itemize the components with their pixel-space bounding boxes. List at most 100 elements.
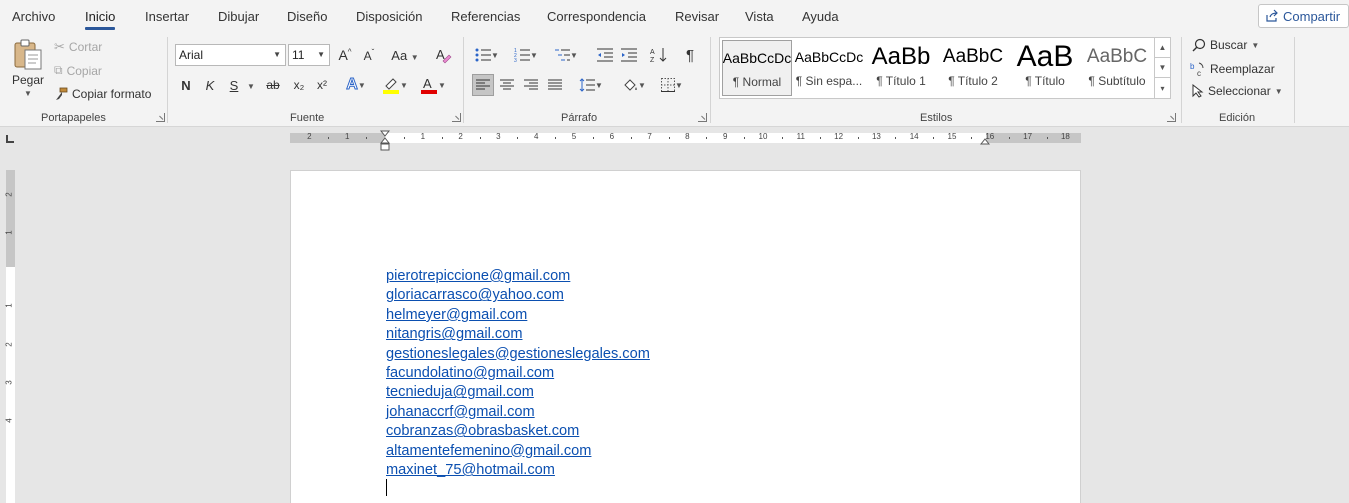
clipboard-launcher-icon[interactable] [156,113,165,122]
tab-insertar[interactable]: Insertar [145,9,189,24]
right-indent-marker-icon[interactable] [980,137,990,145]
format-painter-button[interactable]: Copiar formato [54,87,151,101]
vertical-ruler[interactable]: 2 1 1 2 3 4 [4,170,15,503]
justify-button[interactable] [544,74,566,96]
multilevel-list-button[interactable]: ▼ [551,44,581,66]
share-button[interactable]: Compartir [1258,4,1349,28]
increase-indent-icon [621,48,637,62]
email-link[interactable]: maxinet_75@hotmail.com [386,461,650,480]
clear-formatting-button[interactable]: A [432,44,454,66]
chevron-up-icon[interactable]: ▲ [1155,38,1170,58]
line-spacing-button[interactable]: ▼ [576,74,606,96]
bullets-button[interactable]: ▼ [472,44,502,66]
sort-button[interactable]: AZ [648,44,670,66]
font-name-combo[interactable]: Arial ▼ [175,44,286,66]
grow-font-button[interactable]: A^ [334,44,356,66]
decrease-indent-button[interactable] [594,44,616,66]
style-titulo-1[interactable]: AaBb ¶ Título 1 [866,40,936,96]
shrink-font-button[interactable]: Aˇ [358,44,380,66]
font-launcher-icon[interactable] [452,113,461,122]
underline-button[interactable]: S [223,74,245,96]
tab-referencias[interactable]: Referencias [451,9,520,24]
tab-archivo[interactable]: Archivo [12,9,55,24]
email-link[interactable]: tecnieduja@gmail.com [386,383,650,402]
horizontal-ruler[interactable]: 2 1 1 2 3 4 5 6 7 8 9 10 11 12 13 14 15 16 17 18 [290,132,1081,143]
replace-button[interactable]: bc Reemplazar [1190,61,1275,77]
increase-indent-button[interactable] [618,44,640,66]
font-group-label: Fuente [290,112,325,124]
find-button[interactable]: Buscar ▼ [1192,38,1259,52]
bold-button[interactable]: N [175,74,197,96]
highlight-button[interactable]: ▼ [380,74,410,96]
email-link[interactable]: pierotrepiccione@gmail.com [386,267,650,286]
chevron-down-icon: ▼ [273,50,281,59]
ruler-number: 9 [722,132,728,141]
paste-button[interactable]: Pegar ▼ [12,39,44,98]
email-link[interactable]: altamentefemenino@gmail.com [386,442,650,461]
email-link[interactable]: johanaccrf@gmail.com [386,403,650,422]
align-center-button[interactable] [496,74,518,96]
bullet-list-icon [475,48,492,62]
text-effects-button[interactable]: A ▼ [341,74,371,96]
email-link[interactable]: facundolatino@gmail.com [386,364,650,383]
email-link[interactable]: nitangris@gmail.com [386,325,650,344]
ruler-top-margin [6,170,15,267]
paint-bucket-icon [624,79,637,91]
style-sin-espaciado[interactable]: AaBbCcDc ¶ Sin espa... [794,40,864,96]
tab-dibujar[interactable]: Dibujar [218,9,259,24]
tab-correspondencia[interactable]: Correspondencia [547,9,646,24]
align-left-button[interactable] [472,74,494,96]
more-styles-icon[interactable]: ▾ [1155,78,1170,98]
style-titulo-2[interactable]: AaBbC ¶ Título 2 [938,40,1008,96]
borders-button[interactable]: ▼ [657,74,687,96]
search-icon [1192,38,1206,52]
replace-icon: bc [1190,62,1204,77]
style-titulo[interactable]: AaB ¶ Título [1010,40,1080,96]
ruler-tick [933,137,935,139]
numbering-button[interactable]: 1 2 3 ▼ [511,44,541,66]
paragraph-launcher-icon[interactable] [698,113,707,122]
strikethrough-button[interactable]: ab [262,74,284,96]
superscript-icon: x² [317,78,327,92]
tab-vista[interactable]: Vista [745,9,774,24]
separator [463,37,464,123]
style-subtitulo[interactable]: AaBbC ¶ Subtítulo [1082,40,1152,96]
font-size-combo[interactable]: 11 ▼ [288,44,330,66]
document-page[interactable]: pierotrepiccione@gmail.com gloriacarrasco… [290,170,1081,503]
copy-button[interactable]: ⧉ Copiar [54,63,102,78]
email-link[interactable]: cobranzas@obrasbasket.com [386,422,650,441]
align-right-button[interactable] [520,74,542,96]
ruler-number: 3 [4,380,14,385]
tab-revisar[interactable]: Revisar [675,9,719,24]
subscript-button[interactable]: x₂ [288,74,310,96]
ruler-number: 2 [458,132,463,141]
change-case-button[interactable]: Aa ▼ [390,44,420,66]
email-link[interactable]: gestioneslegales@gestioneslegales.com [386,345,650,364]
font-color-button[interactable]: A ▼ [418,74,448,96]
tab-ayuda[interactable]: Ayuda [802,9,839,24]
email-link[interactable]: gloriacarrasco@yahoo.com [386,286,650,305]
superscript-button[interactable]: x² [311,74,333,96]
underline-dropdown-icon[interactable]: ▼ [247,82,255,91]
styles-launcher-icon[interactable] [1167,113,1176,122]
ruler-tick [328,137,330,139]
style-normal[interactable]: AaBbCcDc ¶ Normal [722,40,792,96]
tab-inicio[interactable]: Inicio [85,9,116,30]
shading-button[interactable]: ▼ [619,74,649,96]
svg-text:b: b [1190,62,1195,71]
paste-dropdown-icon[interactable]: ▼ [24,89,32,98]
ruler-number: 14 [909,132,919,141]
indent-marker-icon[interactable] [380,130,390,152]
editing-group-label: Edición [1219,112,1256,124]
email-link[interactable]: helmeyer@gmail.com [386,306,650,325]
tab-disposicion[interactable]: Disposición [356,9,422,24]
tab-diseno[interactable]: Diseño [287,9,327,24]
paste-label: Pegar [12,73,45,87]
cut-button[interactable]: ✂ Cortar [54,39,102,55]
italic-button[interactable]: K [199,74,221,96]
show-marks-button[interactable]: ¶ [679,44,701,66]
ruler-tick [630,137,632,139]
chevron-down-icon[interactable]: ▼ [1155,58,1170,78]
select-button[interactable]: Seleccionar ▼ [1192,84,1283,98]
tab-selector-icon[interactable] [6,135,14,143]
